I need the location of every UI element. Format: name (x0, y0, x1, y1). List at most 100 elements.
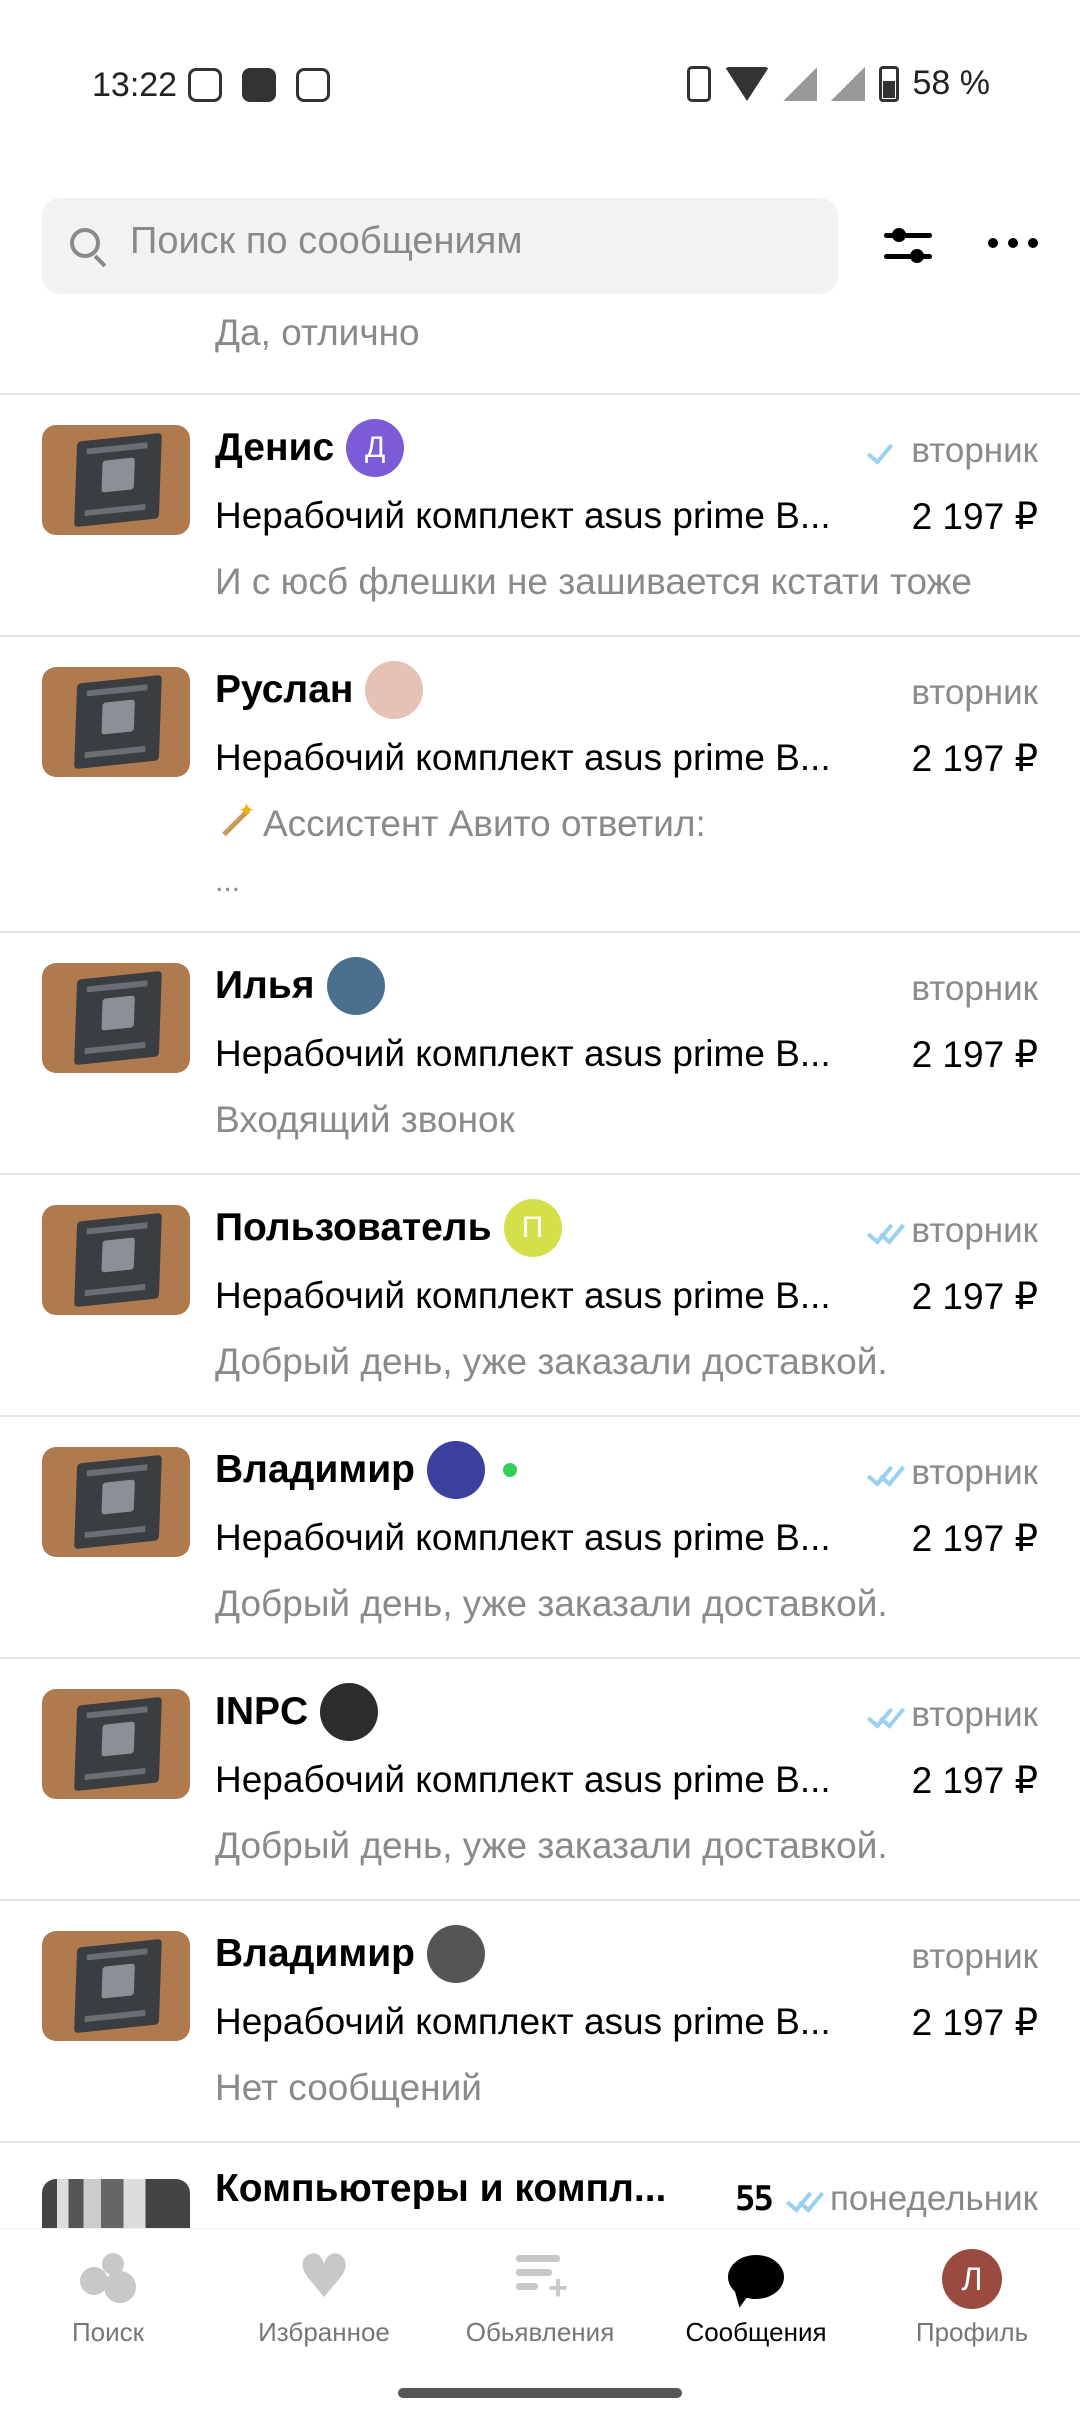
status-system-icons: 58 % (686, 64, 991, 103)
listing-price: 2 197 ₽ (911, 1034, 1038, 1075)
chat-date: понедельник (829, 2179, 1038, 2218)
avatar (427, 1925, 486, 1983)
chat-date: вторник (911, 1937, 1038, 1976)
message-preview: Нет сообщений (215, 2067, 482, 2108)
listing-title: Нерабочий комплект asus prime B... (215, 1033, 831, 1074)
app-notification-icon (242, 68, 276, 102)
chat-item[interactable]: Владимир вторник Нерабочий комплект asus… (0, 1901, 1080, 2141)
chat-name: Владимир (215, 1932, 416, 1975)
listing-thumbnail (42, 425, 190, 535)
chat-name: Денис (215, 426, 335, 469)
online-indicator (503, 1463, 518, 1477)
vk-icon (296, 68, 330, 102)
instagram-icon (188, 68, 222, 102)
wifi-icon (724, 66, 769, 101)
status-bar: 13:22 58 % (0, 0, 1080, 170)
listing-thumbnail (42, 963, 190, 1073)
battery-percent: 58 % (912, 64, 991, 102)
listing-thumbnail (42, 1205, 190, 1315)
search-input[interactable] (130, 220, 810, 263)
nav-label: Избранное (258, 2317, 390, 2347)
partial-chat-preview: Да, отлично (215, 312, 420, 353)
listing-price: 2 197 ₽ (911, 496, 1038, 537)
double-check-icon (867, 1703, 897, 1727)
search-dots-icon (78, 2249, 138, 2305)
listing-title: Нерабочий комплект asus prime B... (215, 1275, 831, 1316)
avatar (427, 1441, 486, 1499)
single-check-icon (867, 439, 897, 463)
chat-name: Владимир (215, 1448, 416, 1491)
magic-wand-icon (215, 798, 255, 840)
avatar (365, 661, 424, 719)
chat-date: вторник (911, 673, 1038, 712)
nav-favorites[interactable]: ♥ Избранное (216, 2242, 432, 2348)
signal-icon (782, 66, 817, 101)
message-preview-text: Ассистент Авито ответил: (263, 803, 706, 844)
nav-profile[interactable]: Л Профиль (864, 2249, 1080, 2348)
listing-price: 2 197 ₽ (911, 1518, 1038, 1559)
chat-date: вторник (911, 1453, 1038, 1492)
listing-thumbnail (42, 2179, 190, 2228)
listing-price: 2 197 ₽ (911, 2002, 1038, 2043)
message-preview: Добрый день, уже заказали доставкой. (215, 1825, 888, 1866)
more-options-icon[interactable] (988, 238, 1038, 252)
chat-name: Пользователь (215, 1206, 492, 1249)
chat-name: INPC (215, 1690, 309, 1733)
signal-icon-2 (830, 66, 865, 101)
message-preview: И с юсб флешки не зашивается кстати тоже (215, 561, 973, 602)
double-check-icon (867, 1461, 897, 1485)
nav-messages[interactable]: Сообщения (648, 2249, 864, 2348)
nav-label: Обьявления (465, 2317, 615, 2347)
chat-item[interactable]: Владимир вторник Нерабочий комплект asus… (0, 1417, 1080, 1657)
chat-item[interactable]: Компьютеры и компл... 55 понедельник (0, 2143, 1080, 2228)
listing-thumbnail (42, 667, 190, 777)
filter-icon[interactable] (884, 222, 932, 270)
avatar: П (503, 1199, 562, 1257)
chat-item[interactable]: INPC вторник Нерабочий комплект asus pri… (0, 1659, 1080, 1899)
battery-icon (878, 65, 899, 102)
nav-listings[interactable]: + Обьявления (432, 2249, 648, 2348)
nav-label: Поиск (71, 2317, 145, 2347)
search-icon (70, 228, 100, 258)
status-time: 13:22 (92, 66, 178, 104)
chat-item[interactable]: Илья вторник Нерабочий комплект asus pri… (0, 933, 1080, 1173)
chat-name: Илья (215, 964, 315, 1007)
listings-add-icon: + (510, 2249, 570, 2305)
chat-date: вторник (911, 969, 1038, 1008)
chat-date: вторник (911, 1211, 1038, 1250)
listing-title: Нерабочий комплект asus prime B... (215, 1517, 831, 1558)
listing-price: 2 197 ₽ (911, 1276, 1038, 1317)
listing-thumbnail (42, 1689, 190, 1799)
message-preview: Ассистент Авито ответил: (215, 798, 706, 845)
avatar (320, 1683, 379, 1741)
listing-thumbnail (42, 1447, 190, 1557)
nav-label: Сообщения (685, 2317, 827, 2347)
double-check-icon (867, 1219, 897, 1243)
profile-avatar-icon: Л (942, 2249, 1002, 2309)
chat-date: вторник (911, 431, 1038, 470)
status-notification-icons (188, 68, 330, 102)
search-box[interactable] (42, 198, 838, 294)
chat-item[interactable]: Руслан вторник Нерабочий комплект asus p… (0, 637, 1080, 931)
avatar (326, 957, 385, 1015)
chat-date: вторник (911, 1695, 1038, 1734)
chat-item[interactable]: Денис Д вторник Нерабочий комплект asus … (0, 395, 1080, 635)
listing-title: Нерабочий комплект asus prime B... (215, 737, 831, 778)
chat-name: Руслан (215, 668, 354, 711)
avatar: Д (346, 419, 405, 477)
heart-icon: ♥ (297, 2242, 351, 2312)
vibrate-icon (686, 65, 711, 102)
chat-bubble-icon (726, 2249, 786, 2305)
message-preview: Добрый день, уже заказали доставкой. (215, 1341, 888, 1382)
nav-search[interactable]: Поиск (0, 2249, 216, 2348)
listing-title: Нерабочий комплект asus prime B... (215, 1759, 831, 1800)
search-header (42, 198, 1038, 294)
chat-name: Компьютеры и компл... (215, 2167, 667, 2210)
listing-thumbnail (42, 1931, 190, 2041)
home-indicator[interactable] (398, 2388, 682, 2398)
listing-title: Нерабочий комплект asus prime B... (215, 2001, 831, 2042)
listing-price: 2 197 ₽ (911, 738, 1038, 779)
chat-item[interactable]: Пользователь П вторник Нерабочий комплек… (0, 1175, 1080, 1415)
message-preview-ellipsis: ... (215, 865, 241, 898)
seller-logo-badge: 55 (735, 2179, 774, 2219)
